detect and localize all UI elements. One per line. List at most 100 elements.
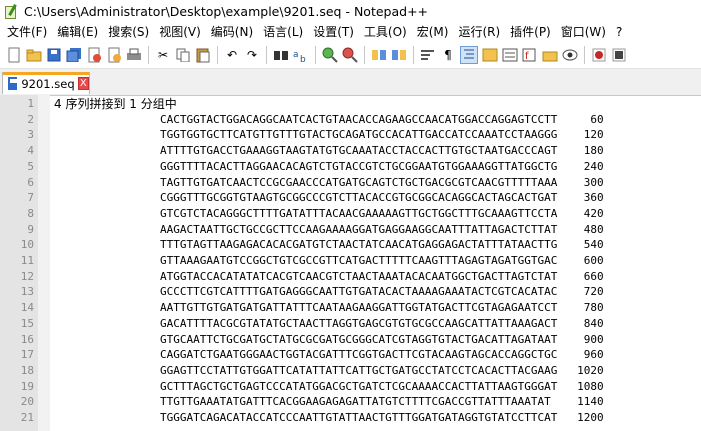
toolbar-separator xyxy=(315,46,316,64)
line-number: 8 xyxy=(27,206,34,220)
menu-item-2[interactable]: 搜索(S) xyxy=(103,22,154,42)
title-bar: C:\Users\Administrator\Desktop\example\9… xyxy=(0,0,701,22)
folder-as-workspace-icon[interactable]: f xyxy=(522,47,538,63)
paste-icon[interactable] xyxy=(195,47,211,63)
window-title: C:\Users\Administrator\Desktop\example\9… xyxy=(24,3,429,19)
editor-line[interactable]: 9 AAGACTAATTGCTGCCGCTTCCAAGAAAAGGATGAGGA… xyxy=(0,222,701,238)
editor-line[interactable]: 20 TTGTTGAAATATGATTTCACGGAAGAGAGATTATGTC… xyxy=(0,394,701,410)
sequence-text: ATGGTACCACATATATCACGTCAACGTCTAACTAAATACA… xyxy=(54,269,604,283)
active-tab-indicator xyxy=(3,72,89,75)
menu-item-1[interactable]: 编辑(E) xyxy=(52,22,103,42)
sequence-text: TGGTGGTGCTTCATGTTGTTTGTACTGCAGATGCCACATT… xyxy=(54,128,604,142)
menu-item-3[interactable]: 视图(V) xyxy=(154,22,206,42)
header-text: 4 序列拼接到 1 分组中 xyxy=(54,97,177,111)
print-icon[interactable] xyxy=(126,47,142,63)
editor-line[interactable]: 17 CAGGATCTGAATGGGAACTGGTACGATTTCGGTGACT… xyxy=(0,347,701,363)
zoom-in-icon[interactable] xyxy=(322,47,338,63)
record-macro-icon[interactable] xyxy=(591,47,607,63)
menu-item-10[interactable]: 插件(P) xyxy=(505,22,556,42)
editor-line[interactable]: 15 GACATTTTACGCGTATATGCTAACTTAGGTGAGCGTG… xyxy=(0,316,701,332)
line-number: 2 xyxy=(27,112,34,126)
toolbar-separator xyxy=(413,46,414,64)
close-all-icon[interactable] xyxy=(106,47,122,63)
menu-item-11[interactable]: 窗口(W) xyxy=(556,22,611,42)
editor-line[interactable]: 21 TGGGATCAGACATACCATCCCAATTGTATTAACTGTT… xyxy=(0,410,701,426)
line-number: 4 xyxy=(27,144,34,158)
editor-line[interactable]: 18 GGAGTTCCTATTGTGGATTCATATTATTCATTGCTGA… xyxy=(0,363,701,379)
editor-line[interactable]: 2 CACTGGTACTGGACAGGCAATCACTGTAACACCAGAAG… xyxy=(0,112,701,128)
editor-line[interactable]: 12 ATGGTACCACATATATCACGTCAACGTCTAACTAAAT… xyxy=(0,269,701,285)
editor-line[interactable]: 5 GGGTTTTACACTTAGGAACACAGTCTGTACCGTCTGCG… xyxy=(0,159,701,175)
sequence-text: TAGTTGTGATCAACTCCGCGAACCCATGATGCAGTCTGCT… xyxy=(54,175,604,189)
sequence-text: CGGGTTTGCGGTGTAAGTGCGGCCCGTCTTACACCGTGCG… xyxy=(54,191,604,205)
editor-line[interactable]: 3 TGGTGGTGCTTCATGTTGTTTGTACTGCAGATGCCACA… xyxy=(0,127,701,143)
open-file-icon[interactable] xyxy=(26,47,42,63)
sequence-text: GGGTTTTACACTTAGGAACACAGTCTGTACCGTCTGCGGA… xyxy=(54,159,604,173)
menu-bar: 文件(F) 编辑(E) 搜索(S) 视图(V) 编码(N) 语言(L) 设置(T) 工具(O)… xyxy=(0,22,701,42)
line-number: 15 xyxy=(20,316,34,330)
tab-9201-seq[interactable]: 9201.seq X xyxy=(2,72,90,94)
line-number: 19 xyxy=(20,379,34,393)
line-number: 21 xyxy=(20,411,34,424)
editor-line[interactable]: 1 4 序列拼接到 1 分组中 xyxy=(0,96,701,112)
menu-item-6[interactable]: 设置(T) xyxy=(308,22,359,42)
toolbar-separator xyxy=(364,46,365,64)
zoom-out-icon[interactable] xyxy=(342,47,358,63)
line-number: 5 xyxy=(27,159,34,173)
doc-map-icon[interactable] xyxy=(482,47,498,63)
notepadpp-icon xyxy=(4,4,18,19)
line-number: 20 xyxy=(20,395,34,409)
editor-line[interactable]: 8 GTCGTCTACAGGGCTTTTGATATTTACAACGAAAAAGT… xyxy=(0,206,701,222)
menu-item-5[interactable]: 语言(L) xyxy=(258,22,308,42)
wrap-icon[interactable] xyxy=(391,47,407,63)
sequence-text: TTTGTAGTTAAGAGACACACGATGTCTAACTATCAACATG… xyxy=(54,238,604,252)
menu-item-7[interactable]: 工具(O) xyxy=(359,22,412,42)
toolbar-separator xyxy=(584,46,585,64)
word-wrap-icon[interactable] xyxy=(420,47,436,63)
save-icon[interactable] xyxy=(46,47,62,63)
editor-line[interactable]: 13 GCCCTTCGTCATTTTGATGAGGGCAATTGTGATACAC… xyxy=(0,284,701,300)
editor-line[interactable]: 16 GTGCAATTCTGCGATGCTATGCGCGATGCGGGCATCG… xyxy=(0,332,701,348)
sequence-text: GTCGTCTACAGGGCTTTTGATATTTACAACGAAAAAGTTG… xyxy=(54,206,604,220)
editor-line[interactable]: 7 CGGGTTTGCGGTGTAAGTGCGGCCCGTCTTACACCGTG… xyxy=(0,190,701,206)
menu-item-9[interactable]: 运行(R) xyxy=(453,22,505,42)
sequence-text: GACATTTTACGCGTATATGCTAACTTAGGTGAGCGTGTGC… xyxy=(54,316,604,330)
line-number: 10 xyxy=(20,238,34,252)
editor-line[interactable]: 14 AATTGTTGTGATGATGATTATTTCAATAAGAAGGATT… xyxy=(0,300,701,316)
editor-area[interactable]: 14 序列拼接到 1 分组中 2 CACTGGTACTGGACAGGCAATCAC… xyxy=(0,95,701,431)
line-number: 17 xyxy=(20,348,34,362)
copy-icon[interactable] xyxy=(175,47,191,63)
menu-item-12[interactable]: ? xyxy=(611,22,627,42)
toolbar: ✂ ↶ ↷ ab ¶ f xyxy=(0,42,701,69)
editor-line[interactable]: 11 GTTAAAGAATGTCCGGCTGTCGCCGTTCATGACTTTT… xyxy=(0,253,701,269)
stop-record-icon[interactable] xyxy=(611,47,627,63)
function-list-icon[interactable] xyxy=(502,47,518,63)
editor-line[interactable]: 19 GCTTTAGCTGCTGAGTCCCATATGGACGCTGATCTCG… xyxy=(0,379,701,395)
editor-line[interactable]: 4 ATTTTGTGACCTGAAAGGTAAGTATGTGCAAATACCTA… xyxy=(0,143,701,159)
tab-close-icon[interactable]: X xyxy=(77,77,89,90)
menu-item-4[interactable]: 编码(N) xyxy=(206,22,258,42)
sequence-text: TGGGATCAGACATACCATCCCAATTGTATTAACTGTTTGG… xyxy=(54,411,604,424)
editor-line[interactable]: 10 TTTGTAGTTAAGAGACACACGATGTCTAACTATCAAC… xyxy=(0,237,701,253)
cut-icon[interactable]: ✂ xyxy=(155,47,171,63)
undo-icon[interactable]: ↶ xyxy=(224,47,240,63)
replace-icon[interactable]: ab xyxy=(293,47,309,63)
sequence-text: GTGCAATTCTGCGATGCTATGCGCGATGCGGGCATCGTAG… xyxy=(54,332,604,346)
save-all-icon[interactable] xyxy=(66,47,82,63)
sequence-text: ATTTTGTGACCTGAAAGGTAAGTATGTGCAAATACCTACC… xyxy=(54,144,604,158)
indent-guide-icon[interactable] xyxy=(460,46,478,64)
find-icon[interactable] xyxy=(273,47,289,63)
redo-icon[interactable]: ↷ xyxy=(244,47,260,63)
show-all-chars-icon[interactable]: ¶ xyxy=(440,47,456,63)
sequence-text: GCTTTAGCTGCTGAGTCCCATATGGACGCTGATCTCGCAA… xyxy=(54,379,604,393)
editor-line[interactable]: 6 TAGTTGTGATCAACTCCGCGAACCCATGATGCAGTCTG… xyxy=(0,175,701,191)
monitoring-icon[interactable] xyxy=(562,47,578,63)
menu-item-0[interactable]: 文件(F) xyxy=(2,22,52,42)
sync-scroll-icon[interactable] xyxy=(371,47,387,63)
close-icon[interactable] xyxy=(86,47,102,63)
new-file-icon[interactable] xyxy=(6,47,22,63)
sequence-text: GGAGTTCCTATTGTGGATTCATATTATTCATTGCTGATGC… xyxy=(54,363,604,377)
toolbar-separator xyxy=(217,46,218,64)
folder-icon[interactable] xyxy=(542,47,558,63)
menu-item-8[interactable]: 宏(M) xyxy=(412,22,454,42)
